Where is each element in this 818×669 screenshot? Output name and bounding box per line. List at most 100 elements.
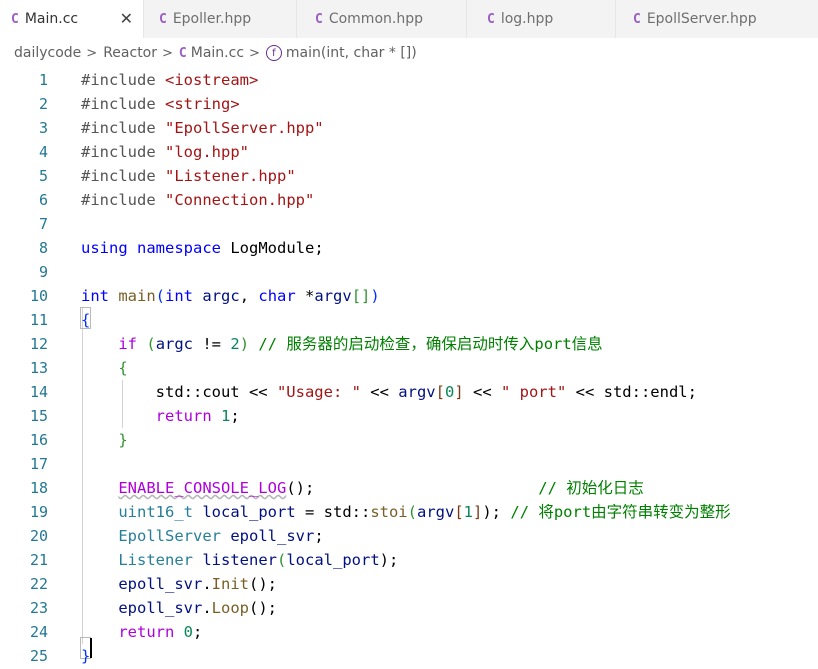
code-text: EpollServer epoll_svr; — [81, 524, 323, 548]
code-line: 10 int main(int argc, char *argv[]) — [0, 284, 818, 308]
tab-main-cc[interactable]: C Main.cc ✕ — [0, 0, 143, 38]
token: LogModule; — [221, 239, 324, 257]
code-line: 22 epoll_svr.Init(); — [0, 572, 818, 596]
code-text: #include "Listener.hpp" — [81, 164, 296, 188]
token: argc — [202, 287, 240, 305]
token: . — [202, 575, 212, 593]
code-line: 5 #include "Listener.hpp" — [0, 164, 818, 188]
breadcrumb: dailycode > Reactor > C Main.cc > f main… — [0, 38, 818, 68]
line-number: 17 — [29, 455, 48, 473]
tab-label: Main.cc — [24, 11, 79, 27]
tab-common-hpp[interactable]: C Common.hpp — [297, 0, 466, 38]
token: ; — [230, 407, 240, 425]
code-text: #include "EpollServer.hpp" — [81, 116, 324, 140]
code-text: epoll_svr.Init(); — [81, 572, 277, 596]
token: #include — [81, 71, 156, 89]
token: ] — [454, 383, 464, 401]
token: #include — [81, 95, 156, 113]
line-number: 8 — [38, 239, 48, 257]
tab-epoller-hpp[interactable]: C Epoller.hpp — [144, 0, 296, 38]
token: uint16_t — [118, 503, 193, 521]
token: 1 — [463, 503, 473, 521]
line-number: 1 — [38, 71, 48, 89]
line-number: 6 — [38, 191, 48, 209]
breadcrumb-symbol[interactable]: main(int, char * []) — [286, 45, 417, 61]
token: return — [155, 407, 212, 425]
token: stoi — [370, 503, 408, 521]
line-number: 23 — [29, 599, 48, 617]
token: if — [118, 335, 137, 353]
code-line: 6 #include "Connection.hpp" — [0, 188, 818, 212]
token: return — [118, 623, 175, 641]
token: <string> — [165, 95, 240, 113]
code-line: 23 epoll_svr.Loop(); — [0, 596, 818, 620]
line-number: 7 — [38, 215, 48, 233]
token: 1 — [221, 407, 231, 425]
line-number: 3 — [38, 119, 48, 137]
cpp-file-icon: C — [159, 11, 167, 27]
breadcrumb-subfolder[interactable]: Reactor — [103, 45, 157, 61]
function-symbol-icon: f — [265, 45, 282, 61]
token: argc — [155, 335, 194, 353]
code-line: 3 #include "EpollServer.hpp" — [0, 116, 818, 140]
code-text: { — [81, 356, 127, 380]
code-text: } — [81, 428, 128, 452]
token: #include — [81, 167, 156, 185]
token: << std::endl; — [566, 383, 697, 401]
token: ( — [146, 335, 156, 353]
token: Listener — [118, 551, 193, 569]
cpp-file-icon: C — [315, 11, 323, 27]
token: ; — [193, 623, 203, 641]
token: argv — [398, 383, 436, 401]
line-number: 14 — [29, 383, 48, 401]
cpp-file-icon: C — [487, 11, 495, 27]
code-text: return 0; — [81, 620, 202, 644]
line-number: 10 — [29, 287, 48, 305]
code-text: #include "Connection.hpp" — [81, 188, 314, 212]
token: (); — [249, 599, 277, 617]
code-line: 9 — [0, 260, 818, 284]
token: local_port — [286, 551, 380, 569]
token: , — [239, 287, 259, 305]
token: ( — [276, 551, 287, 569]
code-text: Listener listener(local_port); — [81, 548, 398, 572]
token: = std:: — [295, 503, 371, 521]
code-text: int main(int argc, char *argv[]) — [81, 284, 380, 308]
token: 2 — [230, 335, 240, 353]
token: <iostream> — [165, 71, 259, 89]
breadcrumb-file[interactable]: Main.cc — [191, 45, 244, 61]
line-number: 13 — [29, 359, 48, 377]
token: std::cout << — [81, 383, 277, 401]
code-line: 11 { — [0, 308, 818, 332]
token: } — [118, 431, 128, 449]
chevron-right-icon: > — [249, 45, 260, 61]
code-text: epoll_svr.Loop(); — [81, 596, 277, 620]
line-number: 19 — [29, 503, 48, 521]
line-number: 25 — [29, 647, 48, 665]
tab-log-hpp[interactable]: C log.hpp — [467, 0, 615, 38]
breadcrumb-folder[interactable]: dailycode — [14, 45, 81, 61]
token: 0 — [183, 623, 194, 641]
code-comment: // 将port由字符串转变为整形 — [510, 503, 731, 521]
code-editor[interactable]: 1 #include <iostream> 2 #include <string… — [0, 68, 818, 669]
code-line: 25 } — [0, 644, 818, 668]
tab-epollserver-hpp[interactable]: C EpollServer.hpp — [616, 0, 818, 38]
editor-tab-bar: C Main.cc ✕ C Epoller.hpp C Common.hpp C… — [0, 0, 818, 38]
tab-label: EpollServer.hpp — [646, 11, 757, 27]
close-tab-icon[interactable]: ✕ — [120, 9, 133, 28]
line-number: 16 — [29, 431, 48, 449]
line-number: 15 — [29, 407, 48, 425]
